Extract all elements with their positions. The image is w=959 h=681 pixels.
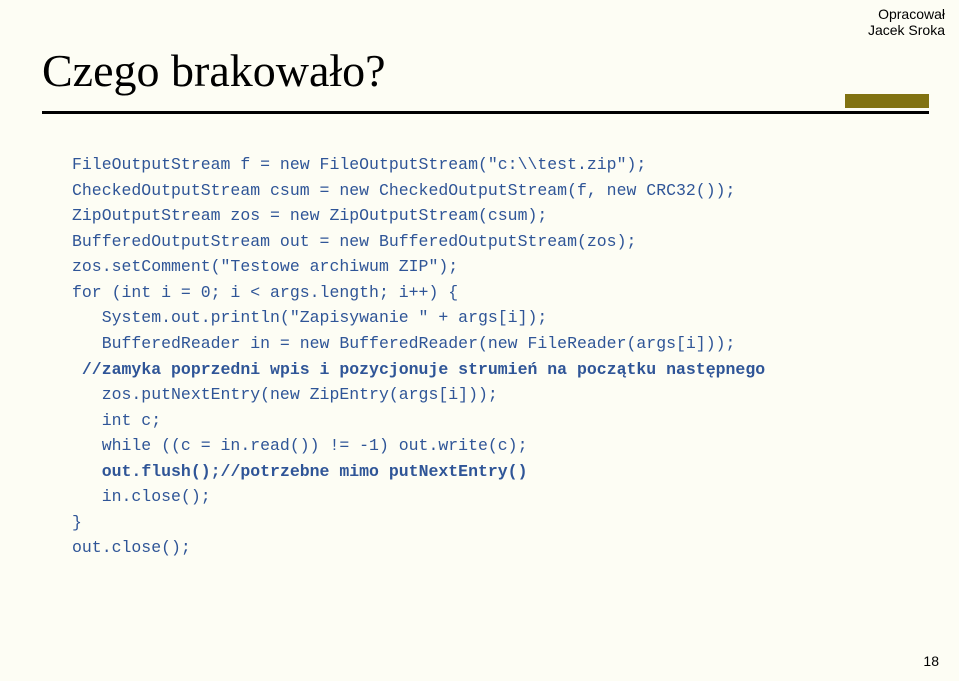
- code-line: while ((c = in.read()) != -1) out.write(…: [72, 436, 527, 455]
- code-line-bold: out.flush();//potrzebne mimo putNextEntr…: [102, 462, 528, 481]
- title-block: Czego brakowało?: [42, 44, 929, 114]
- code-line-prefix: [72, 462, 102, 481]
- code-block: FileOutputStream f = new FileOutputStrea…: [72, 152, 765, 561]
- code-line: int c;: [72, 411, 161, 430]
- page-number: 18: [923, 653, 939, 669]
- credit-line-2: Jacek Sroka: [868, 22, 945, 38]
- code-line: in.close();: [72, 487, 211, 506]
- code-line: for (int i = 0; i < args.length; i++) {: [72, 283, 458, 302]
- code-line-bold: //zamyka poprzedni wpis i pozycjonuje st…: [82, 360, 765, 379]
- slide-title: Czego brakowało?: [42, 44, 929, 97]
- code-line: BufferedReader in = new BufferedReader(n…: [72, 334, 735, 353]
- credit-line-1: Opracował: [868, 6, 945, 22]
- code-line: out.close();: [72, 538, 191, 557]
- author-credit: Opracował Jacek Sroka: [868, 6, 945, 38]
- code-line: zos.putNextEntry(new ZipEntry(args[i]));: [72, 385, 498, 404]
- code-line: CheckedOutputStream csum = new CheckedOu…: [72, 181, 735, 200]
- code-line: System.out.println("Zapisywanie " + args…: [72, 308, 547, 327]
- code-line: FileOutputStream f = new FileOutputStrea…: [72, 155, 646, 174]
- code-line-prefix: [72, 360, 82, 379]
- code-line: zos.setComment("Testowe archiwum ZIP");: [72, 257, 458, 276]
- title-underline: [42, 111, 929, 114]
- code-line: ZipOutputStream zos = new ZipOutputStrea…: [72, 206, 547, 225]
- code-line: }: [72, 513, 82, 532]
- code-line: BufferedOutputStream out = new BufferedO…: [72, 232, 636, 251]
